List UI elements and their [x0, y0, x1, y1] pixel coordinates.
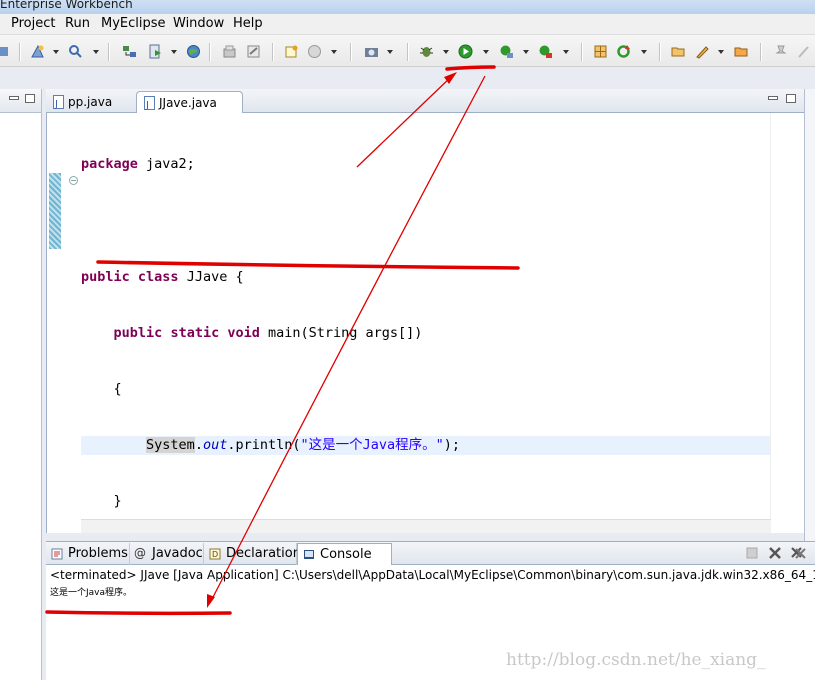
- change-marker: [49, 173, 61, 249]
- editor-tab-bar: pp.java JJave.java ✕: [46, 89, 804, 132]
- code-editor[interactable]: − package java2; public class JJave { pu…: [46, 113, 804, 621]
- maximize-button[interactable]: [25, 94, 35, 103]
- build-icon[interactable]: [246, 44, 261, 59]
- tab-problems[interactable]: Problems: [46, 543, 130, 565]
- server-icon[interactable]: [148, 44, 163, 59]
- new-wizard-icon[interactable]: [30, 44, 45, 59]
- web-browser-icon[interactable]: [307, 44, 322, 59]
- chevron-down-icon[interactable]: [53, 50, 59, 54]
- toolbar-separator: [581, 43, 582, 61]
- at-sign-icon: @: [134, 546, 146, 560]
- package-explorer-icon[interactable]: [222, 44, 237, 59]
- bottom-tab-bar: Problems @ Javadoc D Declaration Console…: [46, 541, 815, 583]
- toolbar-separator: [108, 43, 109, 61]
- toolbar-separator: [659, 43, 660, 61]
- minimize-button[interactable]: [768, 96, 778, 100]
- left-view-header: [0, 89, 42, 113]
- toolbar-partial-icon[interactable]: [0, 44, 11, 59]
- tab-declaration[interactable]: D Declaration: [204, 543, 301, 565]
- chevron-down-icon[interactable]: [563, 50, 569, 54]
- java-file-icon: [53, 94, 64, 116]
- edit-icon[interactable]: [796, 44, 811, 59]
- main-toolbar: [0, 35, 815, 67]
- chevron-down-icon[interactable]: [387, 50, 393, 54]
- chevron-down-icon[interactable]: [331, 50, 337, 54]
- right-view-strip: [804, 89, 815, 541]
- toolbar-separator: [760, 43, 761, 61]
- code-line: public static void main(String args[]): [113, 324, 423, 341]
- editor-gutter: −: [47, 113, 78, 533]
- toolbar-separator: [350, 43, 351, 61]
- window-titlebar: Enterprise Workbench: [0, 0, 815, 14]
- declaration-icon: D: [209, 548, 221, 560]
- fold-toggle-icon[interactable]: −: [69, 176, 78, 185]
- globe-icon[interactable]: [186, 44, 201, 59]
- code-line: package java2;: [81, 156, 195, 173]
- run-coverage-icon[interactable]: [499, 44, 514, 59]
- chevron-down-icon[interactable]: [523, 50, 529, 54]
- menu-help[interactable]: Help: [233, 16, 263, 32]
- console-view[interactable]: <terminated> JJave [Java Application] C:…: [46, 565, 815, 680]
- new-class-icon[interactable]: [284, 44, 299, 59]
- left-view-panel: [0, 89, 42, 680]
- console-status-line: <terminated> JJave [Java Application] C:…: [50, 568, 815, 582]
- menu-project[interactable]: Project: [11, 16, 55, 32]
- problems-icon: [51, 548, 63, 560]
- chevron-down-icon[interactable]: [641, 50, 647, 54]
- code-line: }: [81, 492, 122, 509]
- tab-label: pp.java: [68, 95, 113, 109]
- console-output: 这是一个Java程序。: [50, 588, 133, 598]
- run-icon[interactable]: [458, 44, 473, 59]
- external-tools-icon[interactable]: [538, 44, 553, 59]
- watermark: http://blog.csdn.net/he_xiang_: [506, 650, 766, 670]
- tab-label: JJave.java: [159, 96, 217, 110]
- pin-icon[interactable]: [773, 44, 788, 59]
- tab-label: Javadoc: [152, 546, 203, 561]
- tab-label: Problems: [68, 546, 128, 561]
- window-title: Enterprise Workbench: [0, 0, 133, 11]
- remove-launch-icon[interactable]: [768, 546, 782, 560]
- deploy-icon[interactable]: [122, 44, 137, 59]
- tab-pp-java[interactable]: pp.java: [46, 91, 136, 116]
- toolbar-separator: [19, 43, 20, 61]
- maximize-button[interactable]: [786, 94, 796, 103]
- horizontal-scrollbar[interactable]: [81, 519, 771, 533]
- camera-icon[interactable]: [364, 44, 379, 59]
- refresh-icon[interactable]: [616, 44, 631, 59]
- toolbar-separator: [272, 43, 273, 61]
- code-line-current: System.out.println("这是一个Java程序。");: [81, 435, 771, 455]
- svg-text:D: D: [212, 550, 218, 559]
- minimize-button[interactable]: [9, 96, 19, 100]
- debug-icon[interactable]: [419, 44, 434, 59]
- open-type-icon[interactable]: [68, 44, 83, 59]
- open-folder-icon[interactable]: [671, 44, 686, 59]
- chevron-down-icon[interactable]: [718, 50, 724, 54]
- tab-label: Declaration: [226, 546, 301, 561]
- pen-icon[interactable]: [695, 44, 710, 59]
- chevron-down-icon[interactable]: [443, 50, 449, 54]
- menu-run[interactable]: Run: [65, 16, 90, 32]
- menu-myeclipse[interactable]: MyEclipse: [101, 16, 166, 32]
- tab-label: Console: [320, 547, 372, 562]
- terminate-icon[interactable]: [746, 547, 758, 559]
- open-project-icon[interactable]: [734, 44, 749, 59]
- vertical-scrollbar[interactable]: [770, 113, 804, 519]
- code-line: public class JJave {: [81, 268, 244, 285]
- tab-console[interactable]: Console ✕: [297, 543, 392, 583]
- menu-bar: Project Run MyEclipse Window Help: [0, 14, 815, 35]
- tab-jjave-java[interactable]: JJave.java ✕: [136, 91, 243, 132]
- chevron-down-icon[interactable]: [171, 50, 177, 54]
- java-file-icon: [144, 95, 155, 117]
- menu-window[interactable]: Window: [173, 16, 224, 32]
- tab-javadoc[interactable]: @ Javadoc: [130, 543, 204, 565]
- remove-all-icon[interactable]: [790, 546, 806, 560]
- toolbar-separator: [209, 43, 210, 61]
- toolbar-separator: [407, 43, 408, 61]
- grid-layout-icon[interactable]: [593, 44, 608, 59]
- chevron-down-icon[interactable]: [93, 50, 99, 54]
- console-icon: [304, 550, 314, 559]
- code-line: {: [81, 380, 122, 397]
- chevron-down-icon[interactable]: [483, 50, 489, 54]
